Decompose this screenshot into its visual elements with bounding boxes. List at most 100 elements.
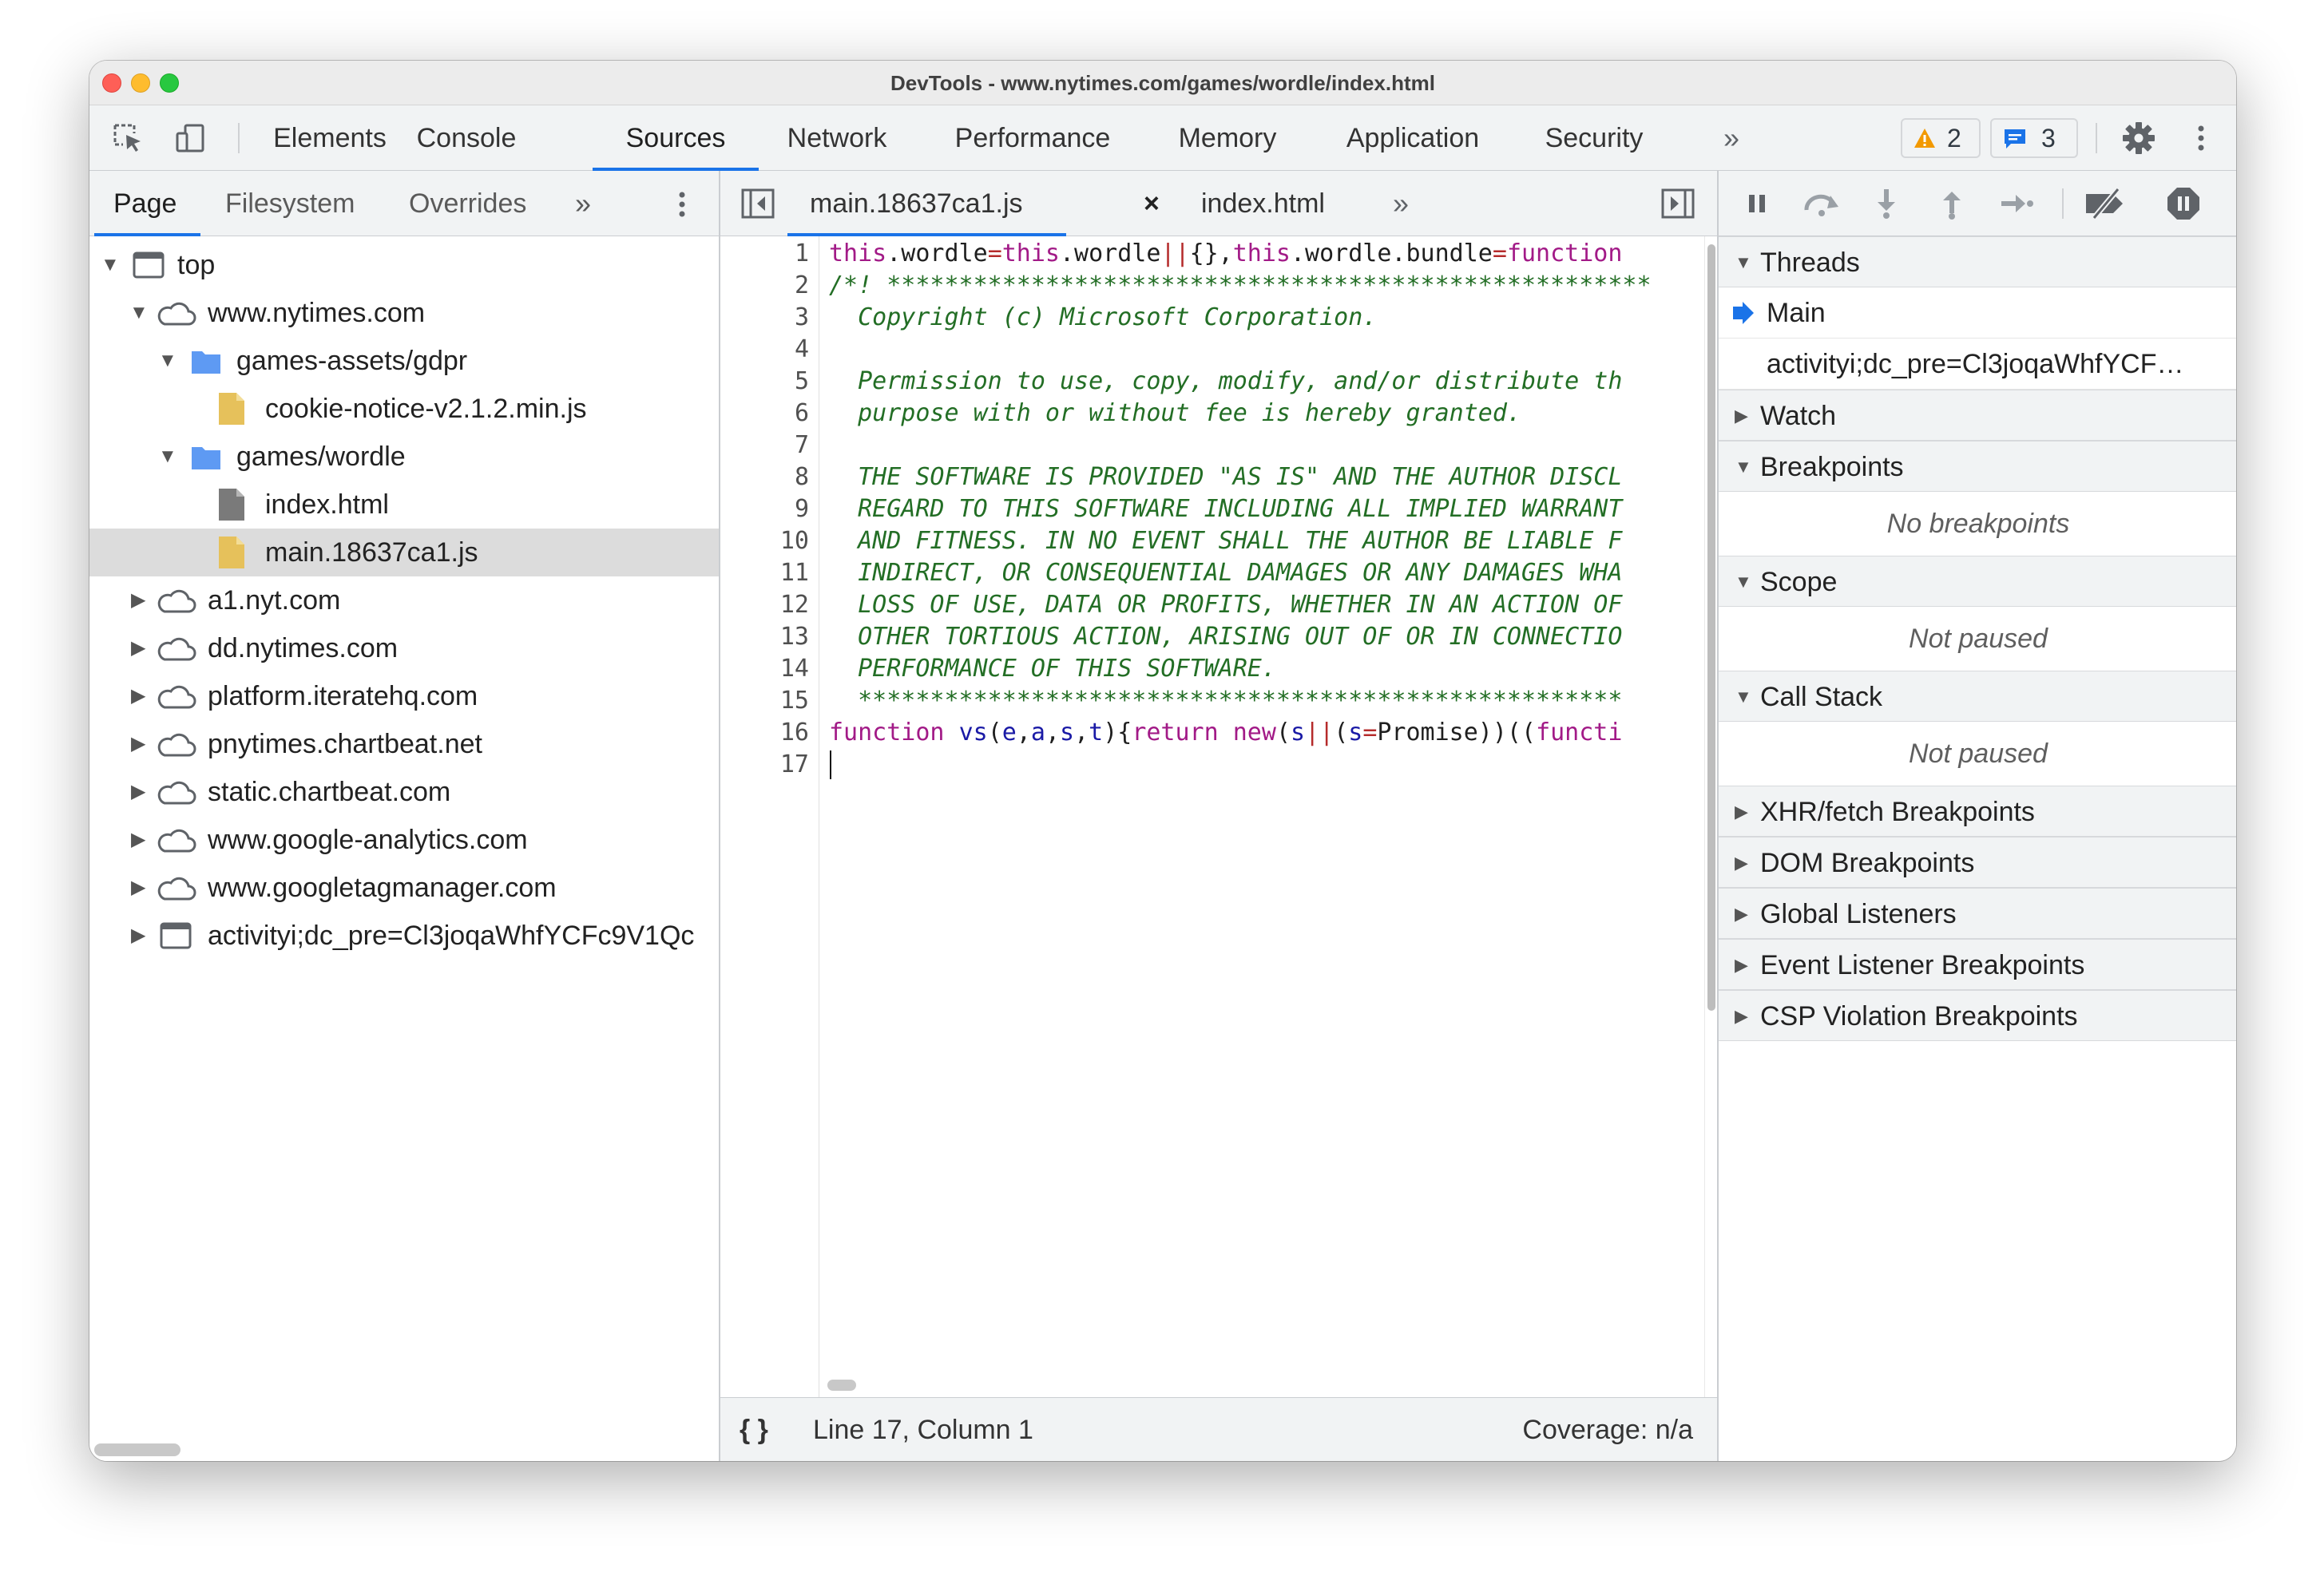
navigator-menu-icon[interactable] xyxy=(674,188,690,220)
line-number[interactable]: 13 xyxy=(780,621,809,653)
scope-section-header[interactable]: ▼ Scope xyxy=(1719,556,2236,607)
pretty-print-button[interactable]: { } xyxy=(740,1398,768,1461)
dom-breakpoints-header[interactable]: ▶ DOM Breakpoints xyxy=(1719,837,2236,888)
threads-section-header[interactable]: ▼ Threads xyxy=(1719,236,2236,287)
step-out-icon[interactable] xyxy=(1936,188,1968,220)
line-number[interactable]: 16 xyxy=(780,717,809,749)
expanded-arrow-icon[interactable]: ▼ xyxy=(158,337,177,385)
tree-item-domain[interactable]: ▼ www.nytimes.com xyxy=(89,289,719,337)
frame-icon xyxy=(160,922,192,949)
tree-item-folder[interactable]: ▼ games/wordle xyxy=(89,433,719,481)
line-number[interactable]: 9 xyxy=(795,493,809,525)
event-listener-breakpoints-header[interactable]: ▶ Event Listener Breakpoints xyxy=(1719,939,2236,990)
editor-horizontal-scrollbar[interactable] xyxy=(827,1380,856,1391)
tree-item-domain[interactable]: ▶ www.google-analytics.com xyxy=(89,816,719,864)
editor-tab-index-html[interactable]: index.html xyxy=(1201,171,1325,236)
step-into-icon[interactable] xyxy=(1870,188,1902,220)
line-number[interactable]: 12 xyxy=(780,589,809,621)
line-number[interactable]: 15 xyxy=(780,685,809,717)
collapsed-arrow-icon[interactable]: ▶ xyxy=(131,816,150,864)
tab-console[interactable]: Console xyxy=(412,105,521,171)
tree-item-file[interactable]: index.html xyxy=(89,481,719,529)
collapsed-arrow-icon[interactable]: ▶ xyxy=(131,864,150,912)
thread-item[interactable]: activityi;dc_pre=Cl3joqaWhfYCF… xyxy=(1719,339,2236,390)
settings-gear-icon[interactable] xyxy=(2121,121,2156,156)
line-number[interactable]: 14 xyxy=(780,653,809,685)
tree-item-domain[interactable]: ▶ dd.nytimes.com xyxy=(89,624,719,672)
cloud-icon xyxy=(157,877,196,901)
breakpoints-section-header[interactable]: ▼ Breakpoints xyxy=(1719,441,2236,492)
thread-item-main[interactable]: Main xyxy=(1719,287,2236,339)
collapsed-arrow-icon[interactable]: ▶ xyxy=(131,912,150,960)
line-number[interactable]: 6 xyxy=(795,398,809,430)
tab-filesystem[interactable]: Filesystem xyxy=(225,171,355,236)
editor-tab-main-js[interactable]: main.18637ca1.js xyxy=(787,171,1065,236)
tree-item-file[interactable]: cookie-notice-v2.1.2.min.js xyxy=(89,385,719,433)
tab-overrides[interactable]: Overrides xyxy=(409,171,526,236)
line-number[interactable]: 8 xyxy=(795,461,809,493)
more-tabs-button[interactable]: » xyxy=(1715,105,1747,171)
tab-memory[interactable]: Memory xyxy=(1171,105,1284,171)
tree-item-frame[interactable]: ▶ activityi;dc_pre=Cl3joqaWhfYCFc9V1Qc xyxy=(89,912,719,960)
inspect-element-icon[interactable] xyxy=(112,122,144,154)
tree-item-domain[interactable]: ▶ www.googletagmanager.com xyxy=(89,864,719,912)
warnings-badge[interactable]: 2 xyxy=(1901,118,1981,158)
tab-sources[interactable]: Sources xyxy=(593,105,759,171)
editor-vertical-scrollbar[interactable] xyxy=(1707,244,1715,1011)
tab-elements[interactable]: Elements xyxy=(270,105,390,171)
tree-item-file-selected[interactable]: main.18637ca1.js xyxy=(89,529,719,576)
collapsed-arrow-icon[interactable]: ▶ xyxy=(131,720,150,768)
toggle-debugger-icon[interactable] xyxy=(1661,188,1695,219)
expanded-arrow-icon[interactable]: ▼ xyxy=(158,433,177,481)
code-area[interactable]: 1 2 3 4 5 6 7 8 9 10 11 12 13 14 15 16 1… xyxy=(720,236,1717,1397)
collapsed-arrow-icon[interactable]: ▶ xyxy=(131,672,150,720)
more-options-icon[interactable] xyxy=(2193,122,2209,154)
step-over-icon[interactable] xyxy=(1802,188,1842,220)
tab-page[interactable]: Page xyxy=(93,171,201,236)
coverage-status[interactable]: Coverage: n/a xyxy=(1522,1398,1693,1461)
tree-item-domain[interactable]: ▶ pnytimes.chartbeat.net xyxy=(89,720,719,768)
watch-section-header[interactable]: ▶ Watch xyxy=(1719,390,2236,441)
main-toolbar: Elements Console Sources Network Perform… xyxy=(89,105,2236,171)
tree-item-domain[interactable]: ▶ static.chartbeat.com xyxy=(89,768,719,816)
pause-icon[interactable] xyxy=(1741,188,1773,220)
global-listeners-header[interactable]: ▶ Global Listeners xyxy=(1719,888,2236,939)
messages-badge[interactable]: 3 xyxy=(1990,118,2078,158)
pause-on-exceptions-icon[interactable] xyxy=(2166,186,2201,221)
tab-security[interactable]: Security xyxy=(1535,105,1653,171)
collapsed-arrow-icon[interactable]: ▶ xyxy=(131,624,150,672)
csp-violation-breakpoints-header[interactable]: ▶ CSP Violation Breakpoints xyxy=(1719,990,2236,1041)
collapsed-arrow-icon: ▶ xyxy=(1735,904,1748,924)
device-toolbar-icon[interactable] xyxy=(174,122,206,154)
tab-network[interactable]: Network xyxy=(778,105,896,171)
line-number[interactable]: 2 xyxy=(795,270,809,302)
line-number[interactable]: 11 xyxy=(780,557,809,589)
navigator-more-tabs-button[interactable]: » xyxy=(575,171,591,236)
tree-item-folder[interactable]: ▼ games-assets/gdpr xyxy=(89,337,719,385)
tab-application[interactable]: Application xyxy=(1332,105,1493,171)
navigator-horizontal-scrollbar[interactable] xyxy=(94,1443,180,1456)
line-number[interactable]: 17 xyxy=(780,749,809,781)
expanded-arrow-icon[interactable]: ▼ xyxy=(101,241,120,289)
line-number[interactable]: 1 xyxy=(795,238,809,270)
line-number[interactable]: 3 xyxy=(795,302,809,334)
toggle-navigator-icon[interactable] xyxy=(741,188,775,219)
line-number-gutter: 1 2 3 4 5 6 7 8 9 10 11 12 13 14 15 16 1… xyxy=(720,236,819,1397)
editor-more-tabs-button[interactable]: » xyxy=(1393,171,1409,236)
collapsed-arrow-icon[interactable]: ▶ xyxy=(131,576,150,624)
tab-performance[interactable]: Performance xyxy=(947,105,1118,171)
tree-item-domain[interactable]: ▶ platform.iteratehq.com xyxy=(89,672,719,720)
tree-item-domain[interactable]: ▶ a1.nyt.com xyxy=(89,576,719,624)
collapsed-arrow-icon[interactable]: ▶ xyxy=(131,768,150,816)
call-stack-section-header[interactable]: ▼ Call Stack xyxy=(1719,671,2236,722)
step-icon[interactable] xyxy=(1998,188,2035,220)
tree-item-top[interactable]: ▼ top xyxy=(89,241,719,289)
line-number[interactable]: 7 xyxy=(795,430,809,461)
expanded-arrow-icon[interactable]: ▼ xyxy=(129,289,149,337)
deactivate-breakpoints-icon[interactable] xyxy=(2083,188,2129,220)
close-tab-icon[interactable]: × xyxy=(1144,171,1160,236)
line-number[interactable]: 10 xyxy=(780,525,809,557)
line-number[interactable]: 5 xyxy=(795,366,809,398)
xhr-fetch-breakpoints-header[interactable]: ▶ XHR/fetch Breakpoints xyxy=(1719,786,2236,837)
line-number[interactable]: 4 xyxy=(795,334,809,366)
